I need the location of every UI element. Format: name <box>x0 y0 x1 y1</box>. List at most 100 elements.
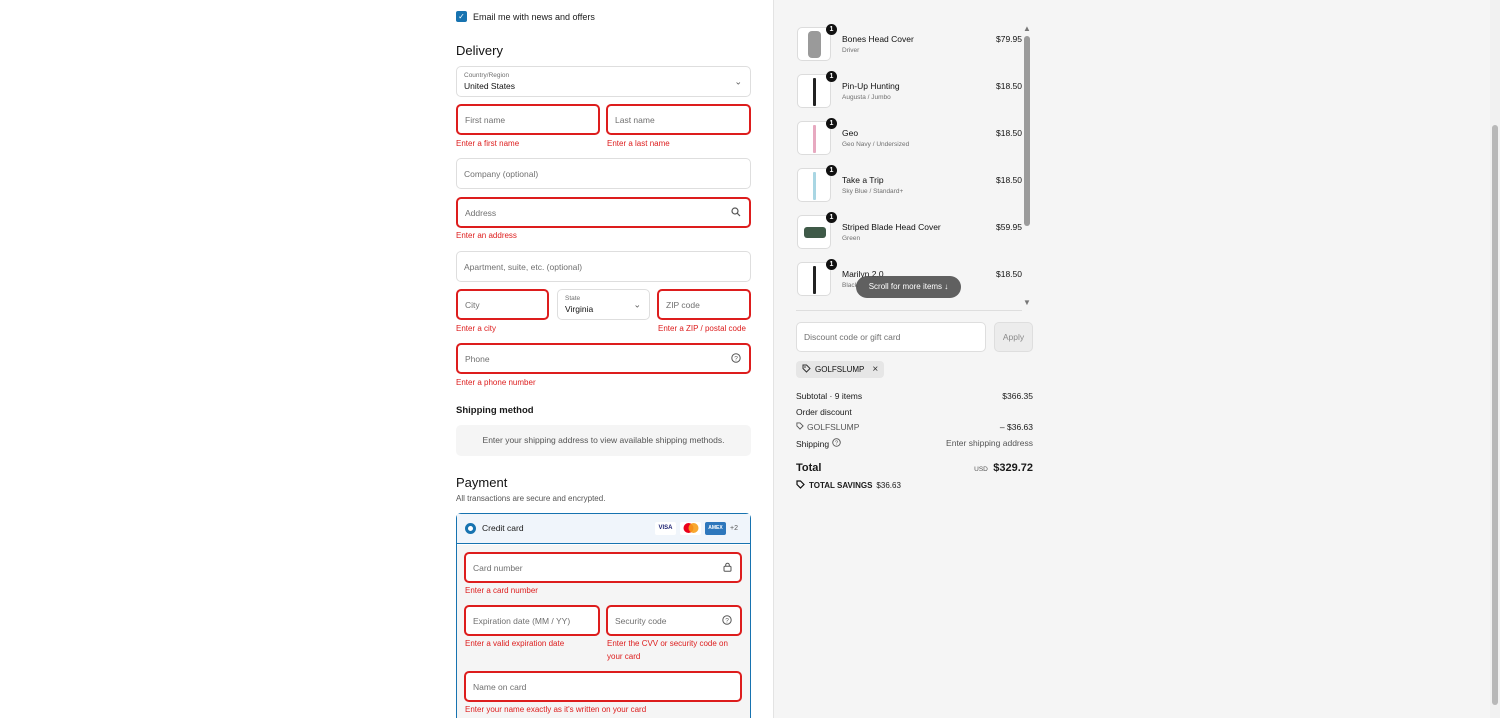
list-item: 1 Striped Blade Head Cover Green $59.95 <box>796 212 1022 252</box>
product-image <box>813 172 816 200</box>
item-name: Striped Blade Head Cover <box>842 222 941 232</box>
tag-icon <box>802 364 811 375</box>
quantity-badge: 1 <box>826 71 837 82</box>
card-number-field[interactable]: Card number <box>464 552 742 583</box>
country-label: Country/Region <box>464 72 510 79</box>
country-select[interactable]: Country/Region United States ⌄ <box>456 66 751 97</box>
first-name-placeholder: First name <box>465 114 506 125</box>
mastercard-icon <box>680 522 702 535</box>
shipping-label-group: Shipping ? <box>796 438 841 449</box>
applied-discount-chip: GOLFSLUMP × <box>796 361 885 378</box>
shipping-row: Shipping ? Enter shipping address <box>796 438 1033 449</box>
item-name: Bones Head Cover <box>842 34 914 44</box>
card-number-error: Enter a card number <box>465 586 538 595</box>
list-item: 1 Pin-Up Hunting Augusta / Jumbo $18.50 <box>796 71 1022 111</box>
city-placeholder: City <box>465 299 480 310</box>
page-scrollbar-thumb[interactable] <box>1492 125 1498 705</box>
list-item: 1 Geo Geo Navy / Undersized $18.50 <box>796 118 1022 158</box>
discount-placeholder: Discount code or gift card <box>804 332 901 342</box>
apply-discount-button[interactable]: Apply <box>994 322 1033 352</box>
page-scrollbar[interactable] <box>1490 0 1500 718</box>
name-on-card-error: Enter your name exactly as it's written … <box>465 705 647 714</box>
cart-items-list[interactable]: 1 Bones Head Cover Driver $79.95 1 Pin-U… <box>796 24 1022 310</box>
expiration-placeholder: Expiration date (MM / YY) <box>473 615 571 626</box>
item-price: $18.50 <box>996 81 1022 91</box>
phone-error: Enter a phone number <box>456 378 536 387</box>
help-circle-icon[interactable]: ? <box>722 614 732 627</box>
search-icon <box>731 206 741 219</box>
close-icon[interactable]: × <box>872 364 878 375</box>
product-image <box>804 227 826 238</box>
more-brands-count: +2 <box>730 525 738 532</box>
apartment-placeholder: Apartment, suite, etc. (optional) <box>464 261 583 272</box>
shipping-label: Shipping <box>796 438 830 449</box>
total-label: Total <box>796 462 822 474</box>
svg-text:?: ? <box>725 617 729 624</box>
phone-placeholder: Phone <box>465 353 490 364</box>
total-savings-label: TOTAL SAVINGS <box>809 481 873 490</box>
total-amount-group: USD $329.72 <box>974 462 1033 474</box>
product-image <box>813 266 816 294</box>
expiration-error: Enter a valid expiration date <box>465 639 565 648</box>
discount-code-input[interactable]: Discount code or gift card <box>796 322 986 352</box>
product-image <box>808 31 821 58</box>
item-variant: Driver <box>842 47 860 54</box>
product-image <box>813 78 816 106</box>
address-error: Enter an address <box>456 231 517 240</box>
items-scrollbar-thumb[interactable] <box>1024 36 1030 226</box>
list-item: 1 Take a Trip Sky Blue / Standard+ $18.5… <box>796 165 1022 205</box>
credit-card-option[interactable]: Credit card VISA AMEX +2 <box>457 514 750 544</box>
chevron-down-icon: ⌄ <box>734 76 742 86</box>
radio-selected-icon[interactable] <box>465 523 476 534</box>
items-scrollbar[interactable]: ▲ ▼ <box>1022 24 1032 310</box>
apartment-field[interactable]: Apartment, suite, etc. (optional) <box>456 251 751 282</box>
subtotal-label: Subtotal · 9 items <box>796 391 863 401</box>
subtotal-value: $366.35 <box>1002 391 1033 401</box>
state-select[interactable]: State Virginia ⌄ <box>557 289 650 320</box>
checkbox-checked-icon[interactable]: ✓ <box>456 11 467 22</box>
state-label: State <box>565 295 581 302</box>
scroll-for-more-button[interactable]: Scroll for more items ↓ <box>856 276 961 298</box>
shipping-method-heading: Shipping method <box>456 405 534 416</box>
item-name: Take a Trip <box>842 175 884 185</box>
last-name-field[interactable]: Last name <box>606 104 751 135</box>
total-savings-row: TOTAL SAVINGS $36.63 <box>796 480 1033 491</box>
phone-field[interactable]: Phone ? <box>456 343 751 374</box>
zip-placeholder: ZIP code <box>666 299 700 310</box>
item-price: $59.95 <box>996 222 1022 232</box>
help-circle-icon[interactable]: ? <box>832 438 841 449</box>
security-code-placeholder: Security code <box>615 615 667 626</box>
name-on-card-field[interactable]: Name on card <box>464 671 742 702</box>
company-field[interactable]: Company (optional) <box>456 158 751 189</box>
lock-icon <box>723 562 732 574</box>
tag-icon <box>796 480 805 491</box>
item-variant: Sky Blue / Standard+ <box>842 188 904 195</box>
security-code-field[interactable]: Security code ? <box>606 605 742 636</box>
product-image <box>813 125 816 153</box>
expiration-field[interactable]: Expiration date (MM / YY) <box>464 605 600 636</box>
zip-error: Enter a ZIP / postal code <box>658 324 746 333</box>
zip-field[interactable]: ZIP code <box>657 289 751 320</box>
city-field[interactable]: City <box>456 289 549 320</box>
scroll-down-arrow-icon[interactable]: ▼ <box>1023 298 1031 307</box>
address-field[interactable]: Address <box>456 197 751 228</box>
help-circle-icon[interactable]: ? <box>731 352 741 365</box>
tag-icon <box>796 422 804 432</box>
discount-code-name: GOLFSLUMP <box>807 422 860 432</box>
state-value: Virginia <box>565 304 594 314</box>
payment-subtext: All transactions are secure and encrypte… <box>456 494 606 503</box>
item-name: Pin-Up Hunting <box>842 81 900 91</box>
scroll-up-arrow-icon[interactable]: ▲ <box>1023 24 1031 33</box>
quantity-badge: 1 <box>826 259 837 270</box>
scroll-hint-label: Scroll for more items <box>868 282 943 291</box>
applied-code-label: GOLFSLUMP <box>815 365 865 374</box>
item-price: $18.50 <box>996 269 1022 279</box>
quantity-badge: 1 <box>826 212 837 223</box>
divider <box>796 310 1022 311</box>
svg-text:?: ? <box>734 355 738 362</box>
email-news-checkbox-row[interactable]: ✓ Email me with news and offers <box>456 11 595 22</box>
card-number-placeholder: Card number <box>473 562 523 573</box>
address-placeholder: Address <box>465 207 497 218</box>
card-brands: VISA AMEX +2 <box>655 522 738 535</box>
first-name-field[interactable]: First name <box>456 104 600 135</box>
